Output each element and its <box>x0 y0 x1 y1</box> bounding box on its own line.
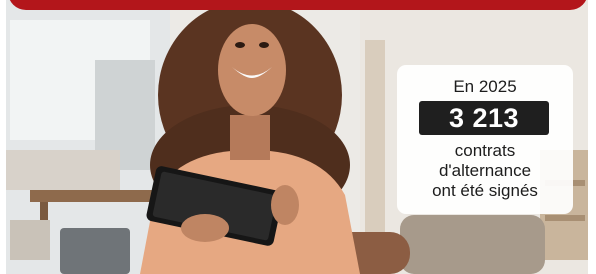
stat-number: 3 213 <box>419 101 549 135</box>
stat-caption-line: d'alternance <box>438 161 532 180</box>
stat-year: En 2025 <box>453 77 517 96</box>
top-banner <box>8 0 588 10</box>
stat-caption-line: contrats <box>454 141 516 160</box>
stat-card: En 2025 3 213 contrats d'alternance ont … <box>397 65 573 214</box>
right-edge <box>588 0 596 274</box>
stat-caption-line: ont été signés <box>432 181 538 200</box>
left-edge <box>0 0 6 274</box>
stat-caption: contrats d'alternance ont été signés <box>397 141 573 201</box>
